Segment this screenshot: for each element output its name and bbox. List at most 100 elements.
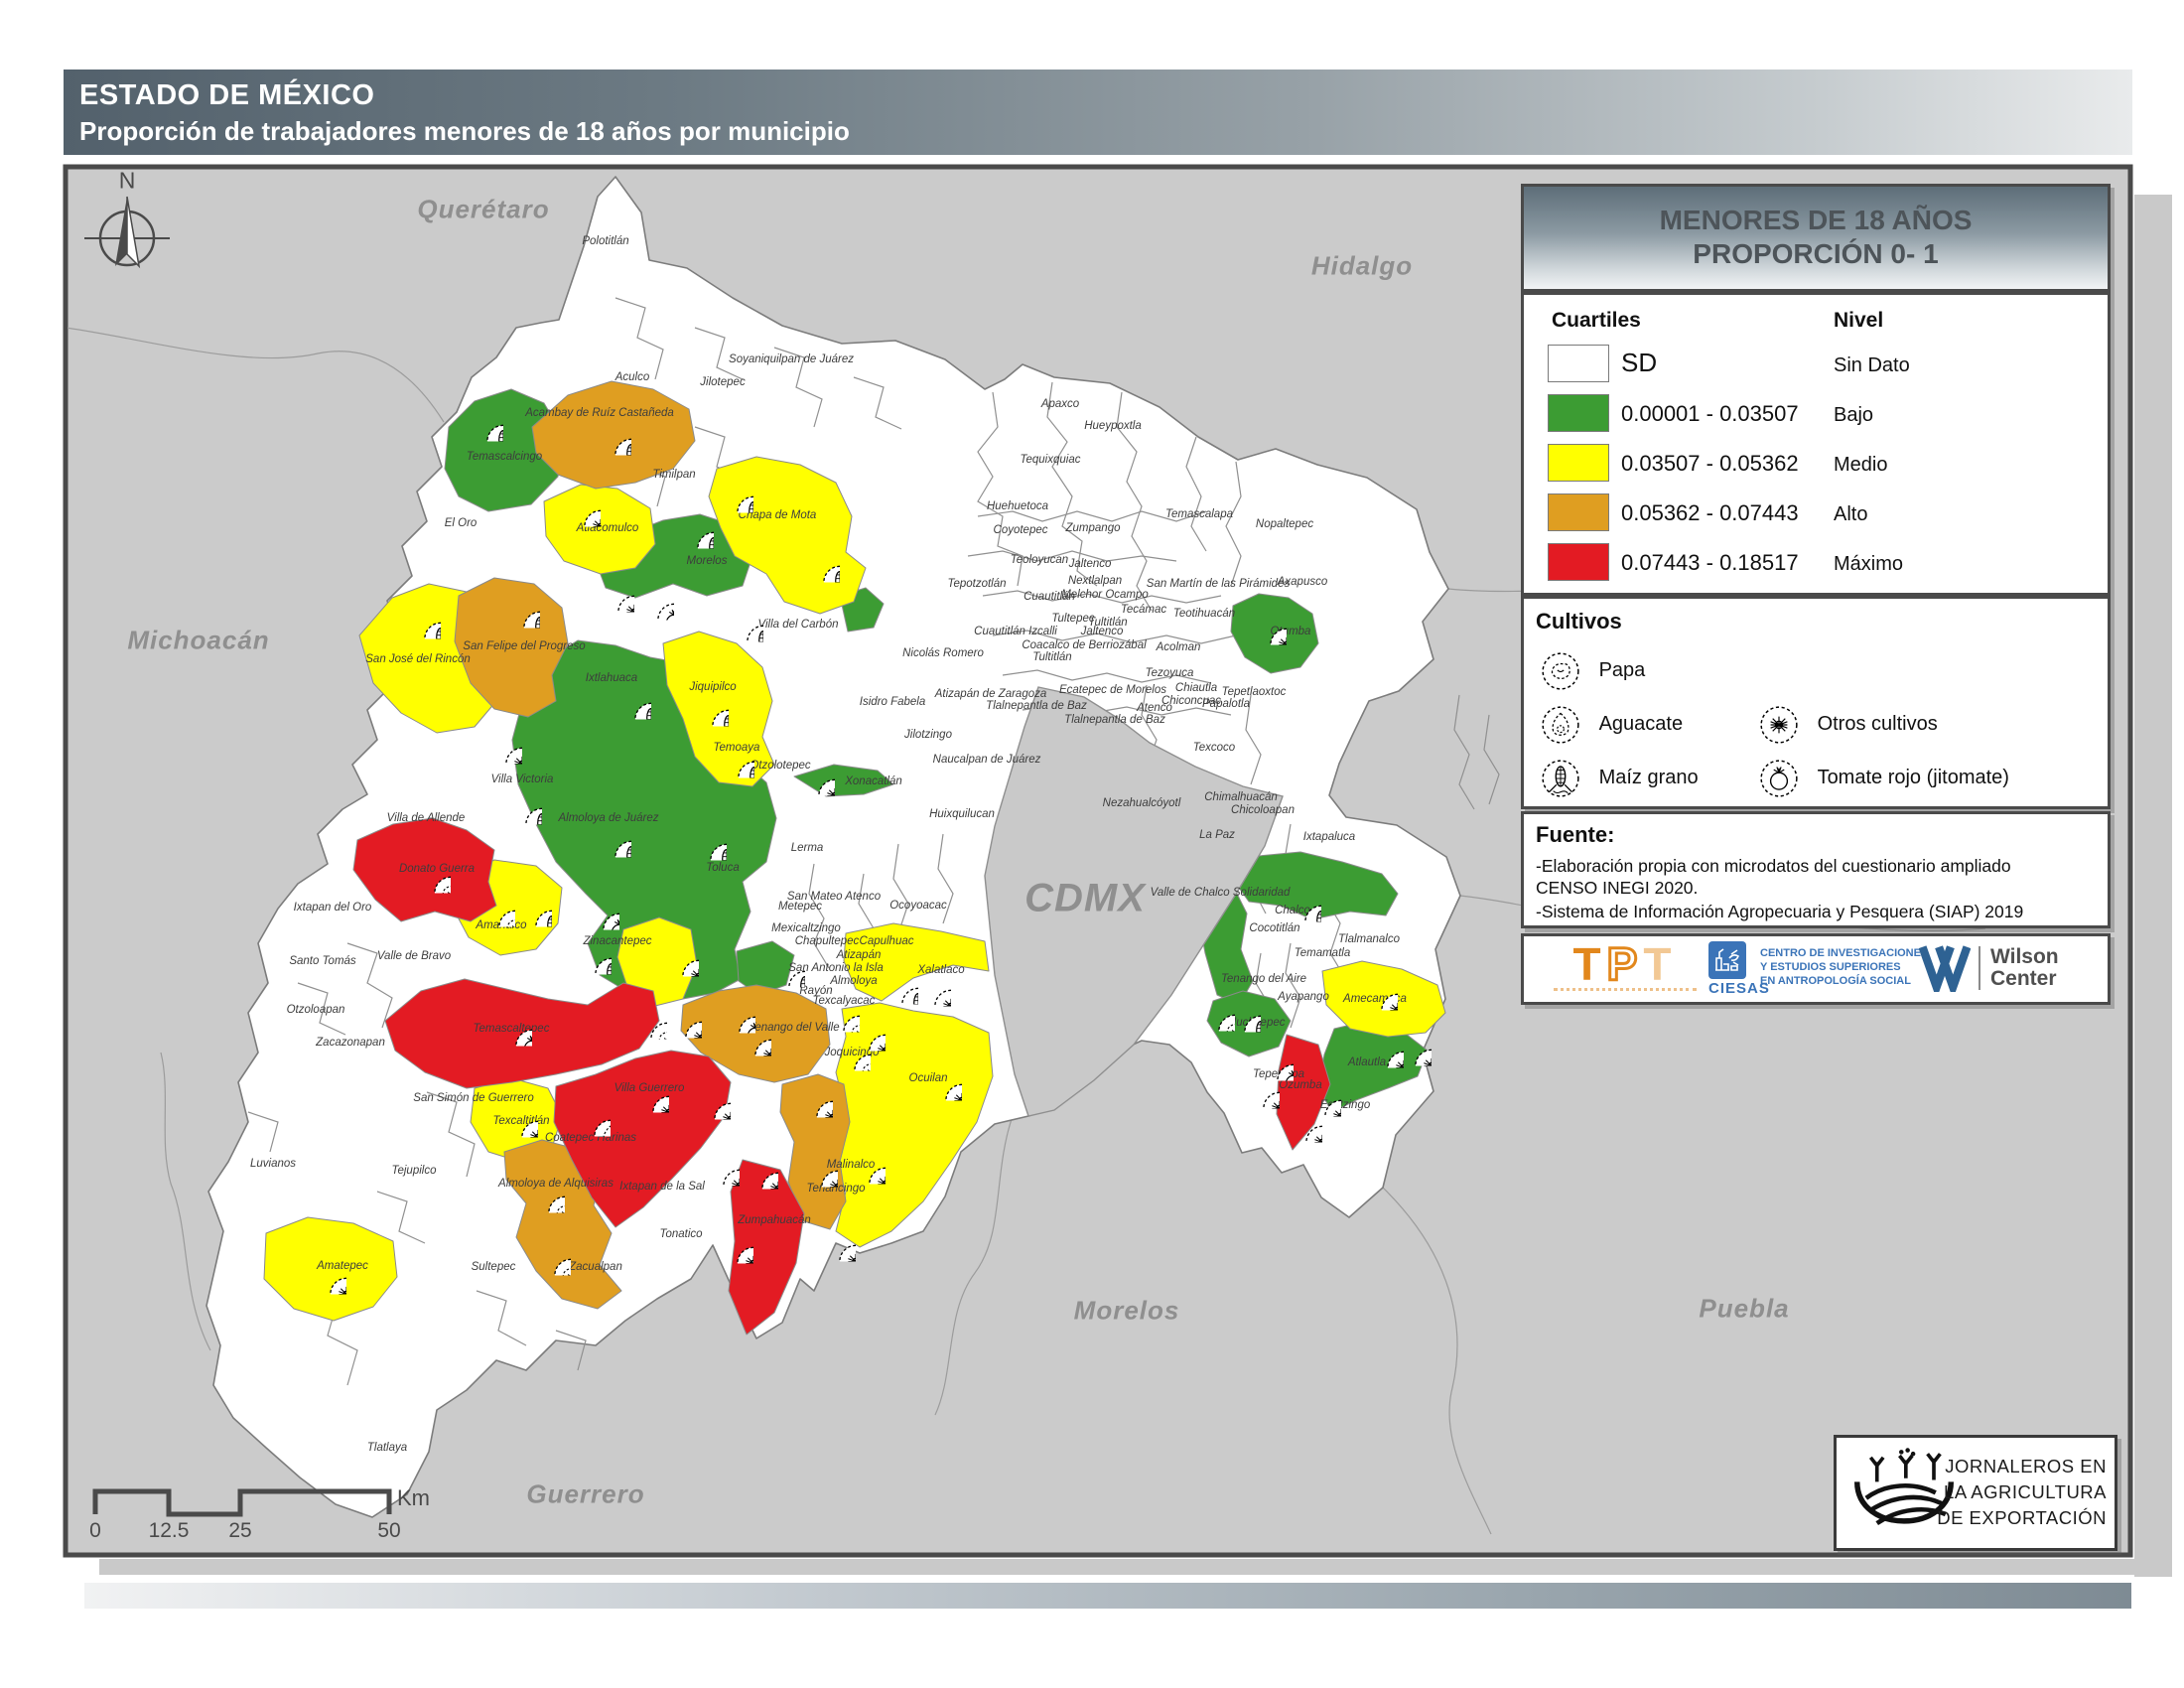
legend-row-maximo: 0.07443 - 0.18517 Máximo — [1524, 543, 2108, 587]
municipality-label: Jilotepec — [700, 376, 745, 388]
municipality-label: Texcoco — [1193, 742, 1235, 754]
legend-col-quartiles: Cuartiles — [1552, 309, 1641, 333]
legend-title-line1: MENORES DE 18 AÑOS — [1524, 204, 2108, 237]
legend-row-alto: 0.05362 - 0.07443 Alto — [1524, 493, 2108, 537]
municipality-label: Hueypoxtla — [1084, 420, 1142, 432]
municipality-label: Nezahualcóyotl — [1103, 797, 1181, 809]
municipality-label: Tequixquiac — [1021, 454, 1081, 466]
cultivo-label: Maíz grano — [1599, 767, 1699, 788]
maiz-icon — [502, 591, 540, 633]
municipality-label: Chiautla — [1175, 682, 1217, 694]
fuente-line: -Elaboración propia con microdatos del c… — [1536, 856, 2011, 877]
municipality-label: Timilpan — [652, 469, 695, 481]
map-shadow-right — [2134, 195, 2172, 1577]
legend-cultivo-aguacate: Aguacate — [1540, 704, 1683, 746]
scale-tick: 12.5 — [149, 1519, 190, 1543]
quartile-range: 0.07443 - 0.18517 — [1621, 550, 1799, 576]
legend-row-medio: 0.03507 - 0.05362 Medio — [1524, 444, 2108, 488]
fuente-title: Fuente: — [1536, 822, 1614, 848]
ciesas-text: CENTRO DE INVESTIGACIONES Y ESTUDIOS SUP… — [1760, 946, 1928, 988]
municipality-label: La Paz — [1199, 829, 1235, 841]
cultivo-label: Otros cultivos — [1818, 713, 1938, 735]
otros-icon — [1242, 1071, 1280, 1114]
quartile-range: 0.05362 - 0.07443 — [1621, 500, 1799, 526]
tpt-logo: TPT — [1546, 942, 1705, 991]
otros-icon — [1285, 1105, 1322, 1148]
maiz-icon — [514, 890, 552, 932]
municipality-label: San Martín de las Pirámides — [1147, 578, 1290, 590]
jornaleros-line: JORNALEROS EN — [1937, 1454, 2107, 1479]
municipality-label: San Felipe del Progreso — [463, 640, 585, 652]
tpt-letter: T — [1643, 938, 1677, 990]
state-label: Hidalgo — [1311, 251, 1413, 282]
legend-cultivos-box: Cultivos Papa Aguacate Maíz grano Otros … — [1521, 596, 2111, 809]
maiz-icon — [594, 418, 631, 461]
municipality-label: Almoloya — [830, 975, 877, 987]
municipality-label: Nopaltepec — [1256, 518, 1313, 530]
maiz-icon — [767, 950, 805, 993]
municipality-label: Tejupilco — [392, 1165, 437, 1177]
state-label: CDMX — [1024, 877, 1146, 921]
papa-icon — [533, 1238, 571, 1281]
jornaleros-text: JORNALEROS EN LA AGRICULTURA DE EXPORTAC… — [1937, 1454, 2107, 1531]
municipality-label: Temascalcingo — [467, 451, 542, 463]
state-label: Morelos — [1074, 1296, 1180, 1327]
municipality-label: Jaltenco — [1069, 558, 1112, 570]
otros-icon — [563, 490, 601, 532]
scale-tick: 50 — [377, 1519, 400, 1543]
municipality-label: Mexicaltzingo — [771, 922, 841, 934]
quartile-level: Sin Dato — [1834, 354, 1910, 377]
legend-cultivo-tomate: Tomate rojo (jitomate) — [1758, 758, 2009, 799]
otros-cultivos-icon — [1758, 704, 1800, 746]
municipality-label: Isidro Fabela — [860, 696, 925, 708]
municipality-label: Tezoyuca — [1146, 667, 1194, 679]
municipality-label: Chapultepec — [795, 935, 860, 947]
cultivos-title: Cultivos — [1536, 609, 1622, 634]
logos-box: TPT CIESAS CENTRO DE INVESTIGACIONES Y E… — [1521, 933, 2111, 1005]
maiz-icon — [466, 404, 503, 447]
legend-fuente-box: Fuente: -Elaboración propia con microdat… — [1521, 811, 2111, 928]
otros-icon — [734, 1019, 771, 1061]
maiz-icon — [614, 682, 651, 725]
municipality-label: Jilotzingo — [904, 729, 952, 741]
otros-icon — [664, 1001, 702, 1044]
municipality-label: Naucalpan de Juárez — [933, 754, 1041, 766]
maiz-icon — [1284, 885, 1321, 927]
municipality-label: Teoloyucan — [1011, 554, 1068, 566]
jornaleros-logo-box: JORNALEROS EN LA AGRICULTURA DE EXPORTAC… — [1834, 1435, 2117, 1551]
maiz-icon — [504, 787, 542, 830]
otros-icon — [741, 1152, 778, 1195]
jornaleros-line: LA AGRICULTURA — [1937, 1479, 2107, 1505]
municipality-label: Ixtapan del Oro — [294, 902, 372, 914]
otros-icon — [661, 939, 699, 982]
municipality-label: Tonatico — [659, 1228, 702, 1240]
legend-cultivo-papa: Papa — [1540, 650, 1645, 692]
wilson-center-logo: Wilson Center — [1919, 944, 2059, 992]
municipality-label: Xonacatlán — [845, 775, 902, 787]
tomate-icon — [636, 583, 674, 626]
municipality-label: Soyaniquilpan de Juárez — [729, 353, 854, 365]
legend-col-level: Nivel — [1834, 309, 1883, 333]
ciesas-text-line: Y ESTUDIOS SUPERIORES — [1760, 960, 1928, 974]
maiz-icon — [802, 545, 840, 588]
scale-unit: Km — [397, 1485, 430, 1511]
municipality-label: Otzoloapan — [287, 1004, 345, 1016]
swatch-bajo — [1548, 394, 1609, 432]
wilson-divider — [1979, 946, 1980, 990]
municipality-label: Jaltenco — [1081, 626, 1124, 637]
cultivo-label: Aguacate — [1599, 713, 1684, 735]
tomate-icon — [494, 1009, 532, 1052]
otros-icon — [800, 1150, 838, 1193]
state-label: Querétaro — [417, 195, 549, 225]
cultivo-label: Papa — [1599, 659, 1646, 681]
municipality-label: Villa del Carbón — [758, 619, 839, 631]
maiz-icon — [1540, 758, 1581, 799]
municipality-label: Atenco — [1137, 702, 1172, 714]
scale-tick: 0 — [89, 1519, 101, 1543]
fuente-line: CENSO INEGI 2020. — [1536, 878, 1698, 899]
map-shadow-bottom — [99, 1559, 2172, 1575]
papa-icon — [527, 1176, 565, 1218]
swatch-medio — [1548, 444, 1609, 482]
otros-icon — [702, 1149, 740, 1192]
maiz-icon — [1223, 995, 1261, 1038]
